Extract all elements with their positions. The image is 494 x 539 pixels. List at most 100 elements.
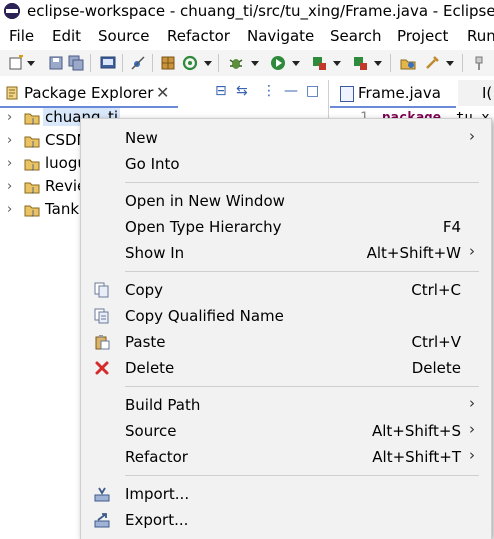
new-dropdown-icon[interactable] — [27, 61, 35, 66]
menu-item-label: Open in New Window — [125, 192, 285, 210]
expand-arrow-icon[interactable]: › — [7, 202, 12, 217]
java-project-icon: J — [24, 159, 40, 171]
menu-item-label: Open Type Hierarchy — [125, 218, 282, 236]
menu-item-label: Copy — [125, 281, 164, 299]
menu-item-label: Delete — [125, 359, 175, 377]
minimize-icon[interactable]: — — [284, 83, 298, 99]
collapse-all-icon[interactable]: ⊟ — [215, 83, 227, 99]
menu-item-show-in[interactable]: Show In Alt+Shift+W › — [81, 240, 491, 266]
menu-item-label: Import... — [125, 485, 190, 503]
coverage-dropdown-icon[interactable] — [333, 61, 341, 66]
menu-project[interactable]: Project — [397, 27, 448, 45]
menu-separator — [125, 386, 479, 387]
svg-text:J: J — [31, 186, 34, 194]
toolbar-separator — [152, 54, 153, 72]
paste-icon — [95, 335, 110, 350]
svg-text:J: J — [31, 140, 34, 148]
window-title: eclipse-workspace - chuang_ti/src/tu_xin… — [27, 2, 494, 20]
delete-icon — [95, 361, 109, 375]
skip-breakpoints-icon[interactable] — [130, 55, 146, 71]
menu-refactor[interactable]: Refactor — [167, 27, 230, 45]
refresh-dropdown-icon[interactable] — [204, 61, 212, 66]
submenu-arrow-icon: › — [469, 242, 475, 260]
menu-item-open-in-new-window[interactable]: Open in New Window — [81, 188, 491, 214]
refresh-icon[interactable] — [182, 55, 198, 71]
close-icon[interactable]: ✕ — [156, 83, 169, 102]
menu-item-label: Paste — [125, 333, 166, 351]
menu-item-go-into[interactable]: Go Into — [81, 151, 491, 177]
external-tools-dropdown-icon[interactable] — [374, 61, 382, 66]
java-project-icon: J — [24, 205, 40, 217]
menu-bar: File Edit Source Refactor Navigate Searc… — [0, 24, 494, 48]
toolbar-separator — [122, 54, 123, 72]
submenu-arrow-icon: › — [469, 127, 475, 145]
toolbar-separator — [218, 54, 219, 72]
copy-icon — [94, 282, 109, 298]
menu-item-label: Export... — [125, 511, 189, 529]
menu-item-shortcut: Alt+Shift+S — [371, 422, 461, 440]
terminal-icon[interactable] — [100, 55, 116, 71]
run-coverage-icon[interactable] — [311, 55, 327, 71]
package-explorer-tab-label: Package Explorer — [24, 84, 154, 102]
eclipse-logo-icon — [4, 3, 20, 19]
context-menu: New › Go Into Open in New Window Open Ty… — [80, 118, 492, 539]
view-menu-icon[interactable]: ⋮ — [262, 83, 276, 99]
save-all-icon[interactable] — [68, 55, 84, 71]
expand-arrow-icon[interactable]: › — [7, 133, 12, 148]
menu-source[interactable]: Source — [98, 27, 150, 45]
menu-item-label: New — [125, 129, 158, 147]
expand-arrow-icon[interactable]: › — [7, 110, 12, 125]
java-project-icon: J — [24, 113, 40, 125]
debug-icon[interactable] — [228, 55, 244, 71]
menu-file[interactable]: File — [9, 27, 34, 45]
expand-arrow-icon[interactable]: › — [7, 179, 12, 194]
menu-item-delete[interactable]: Delete Delete — [81, 355, 491, 381]
menu-navigate[interactable]: Navigate — [247, 27, 314, 45]
menu-item-open-type-hierarchy[interactable]: Open Type Hierarchy F4 — [81, 214, 491, 240]
package-explorer-icon — [6, 86, 18, 100]
menu-separator — [125, 271, 479, 272]
package-explorer-tab[interactable]: Package Explorer ✕ — [0, 80, 178, 108]
save-icon[interactable] — [48, 55, 64, 71]
menu-item-copy[interactable]: Copy Ctrl+C — [81, 277, 491, 303]
run-icon[interactable] — [270, 55, 286, 71]
menu-item-label: Source — [125, 422, 177, 440]
menu-run[interactable]: Run — [467, 27, 494, 45]
menu-item-import[interactable]: Import... — [81, 481, 491, 507]
menu-item-label: Refactor — [125, 448, 188, 466]
menu-item-export[interactable]: Export... — [81, 507, 491, 533]
editor-tab-label: Frame.java — [358, 84, 441, 102]
menu-item-paste[interactable]: Paste Ctrl+V — [81, 329, 491, 355]
java-project-icon: J — [24, 136, 40, 148]
menu-item-refactor[interactable]: Refactor Alt+Shift+T › — [81, 444, 491, 470]
debug-dropdown-icon[interactable] — [251, 61, 259, 66]
run-dropdown-icon[interactable] — [292, 61, 300, 66]
menu-item-source[interactable]: Source Alt+Shift+S › — [81, 418, 491, 444]
menu-item-label: Build Path — [125, 396, 201, 414]
submenu-arrow-icon: › — [469, 394, 475, 412]
menu-item-new[interactable]: New › — [81, 125, 491, 151]
editor-tab-frame-java[interactable]: Frame.java — [330, 80, 456, 108]
export-icon — [94, 513, 110, 528]
link-with-editor-icon[interactable]: ⇆ — [236, 83, 248, 99]
build-dropdown-icon[interactable] — [446, 61, 454, 66]
expand-arrow-icon[interactable]: › — [7, 156, 12, 171]
import-icon — [94, 487, 110, 502]
tree-item-label: Tank — [45, 200, 80, 218]
menu-item-shortcut: Delete — [411, 359, 461, 377]
build-icon[interactable] — [424, 55, 440, 71]
search-icon[interactable] — [472, 55, 488, 71]
new-package-icon[interactable] — [160, 55, 176, 71]
title-bar: eclipse-workspace - chuang_ti/src/tu_xin… — [0, 0, 494, 24]
menu-edit[interactable]: Edit — [52, 27, 81, 45]
menu-item-build-path[interactable]: Build Path › — [81, 392, 491, 418]
editor-tab-label: I( — [482, 84, 493, 102]
maximize-icon[interactable]: □ — [306, 83, 319, 99]
open-type-icon[interactable] — [400, 55, 416, 71]
svg-text:J: J — [31, 117, 34, 125]
new-icon[interactable] — [8, 55, 24, 71]
external-tools-icon[interactable] — [352, 55, 368, 71]
menu-item-copy-qualified-name[interactable]: Copy Qualified Name — [81, 303, 491, 329]
menu-search[interactable]: Search — [330, 27, 382, 45]
editor-tab-second[interactable]: I( — [458, 80, 494, 106]
